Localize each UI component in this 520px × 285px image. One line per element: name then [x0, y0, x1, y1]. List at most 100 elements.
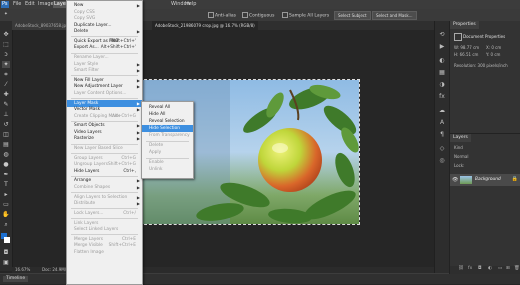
contiguous-checkbox[interactable]: Contiguous — [242, 12, 274, 19]
hand-tool-icon[interactable]: ✋ — [2, 211, 10, 218]
adjustment-icon[interactable]: ◐ — [488, 266, 492, 271]
mask-menu-item-unlink[interactable]: Unlink — [142, 166, 193, 173]
history-brush-icon[interactable]: ↺ — [2, 121, 10, 128]
eyedropper-tool-icon[interactable]: ⁄ — [2, 81, 10, 88]
layer-menu-item-hide-layers[interactable]: Hide Layers Ctrl+, — [67, 168, 142, 175]
select-and-mask-button[interactable]: Select and Mask... — [372, 11, 417, 20]
lasso-tool-icon[interactable]: ↄ — [2, 51, 10, 58]
blur-tool-icon[interactable]: ◍ — [2, 151, 10, 158]
properties-tab[interactable]: Properties — [450, 21, 479, 29]
crop-tool-icon[interactable]: ⌗ — [2, 71, 10, 78]
contiguous-label: Contiguous — [249, 13, 275, 19]
color-panel-icon[interactable]: ◐ — [438, 57, 446, 65]
layer-menu-item-export-as[interactable]: Export As... Alt+Shift+Ctrl+' — [67, 44, 142, 51]
eye-icon[interactable]: 👁 — [452, 177, 458, 183]
mask-menu-item-enable[interactable]: Enable — [142, 159, 193, 166]
link-icon[interactable]: ⛓ — [458, 266, 464, 271]
adjustments-panel-icon[interactable]: ◑ — [438, 81, 446, 89]
trash-icon[interactable]: 🗑 — [514, 266, 520, 271]
layer-menu-item-distribute[interactable]: Distribute ▶ — [67, 200, 142, 207]
layer-menu-item-label: Rasterize — [74, 136, 94, 142]
lock-icon: 🔒 — [511, 176, 518, 182]
libraries-panel-icon[interactable]: ☁ — [438, 107, 446, 115]
mask-menu-item-from-transparency[interactable]: From Transparency — [142, 132, 193, 139]
layer-row[interactable]: 👁 Background 🔒 — [450, 174, 520, 186]
mask-menu-item-reveal-all[interactable]: Reveal All — [142, 104, 193, 111]
layer-menu-item-label: Flatten Image — [74, 249, 104, 255]
select-subject-button[interactable]: Select Subject — [334, 11, 371, 20]
layer-menu-item-lock-layers[interactable]: Lock Layers... Ctrl+/ — [67, 210, 142, 217]
eraser-tool-icon[interactable]: ◫ — [2, 131, 10, 138]
healing-tool-icon[interactable]: ✚ — [2, 91, 10, 98]
properties-panel: Properties Document Properties W: 98.77 … — [449, 21, 520, 133]
layer-menu-item-combine-shapes[interactable]: Combine Shapes ▶ — [67, 184, 142, 191]
shape-tool-icon[interactable]: ▭ — [2, 201, 10, 208]
type-tool-icon[interactable]: T — [2, 181, 10, 188]
path-select-icon[interactable]: ▸ — [2, 191, 10, 198]
pen-tool-icon[interactable]: ✒ — [2, 171, 10, 178]
mask-menu-item-label: Delete — [149, 143, 164, 148]
styles-panel-icon[interactable]: fx — [438, 93, 446, 101]
history-panel-icon[interactable]: ⟲ — [438, 31, 446, 39]
layer-menu-item-layer-content-options[interactable]: Layer Content Options... — [67, 90, 142, 97]
prop-height[interactable]: H: 66.51 cm — [454, 52, 478, 57]
panel-icon-strip: ⟲ ▶ ◐ ▦ ◑ fx ☁ A ¶ ◇ ◎ — [434, 21, 449, 273]
stamp-tool-icon[interactable]: ⊥ — [2, 111, 10, 118]
zoom-tool-icon[interactable]: ⌕ — [2, 221, 10, 228]
paths-panel-icon[interactable]: ◇ — [438, 145, 446, 153]
character-panel-icon[interactable]: A — [438, 119, 446, 127]
tab-doc-1[interactable]: AdobeStock_89037658.jpg — [12, 21, 72, 30]
sample-all-checkbox[interactable]: Sample All Layers — [282, 12, 329, 19]
gradient-tool-icon[interactable]: ▤ — [2, 141, 10, 148]
submenu-arrow-icon: ▶ — [136, 29, 140, 35]
brush-tool-icon[interactable]: ✎ — [2, 101, 10, 108]
zoom-level[interactable]: 16.67% — [15, 267, 30, 272]
layer-menu: New ▶ Copy CSS Copy SVG Duplicate Layer... De… — [66, 0, 143, 285]
mask-menu-item-apply[interactable]: Apply — [142, 149, 193, 156]
prop-y[interactable]: Y: 0 cm — [486, 52, 500, 57]
kind-filter[interactable]: Kind — [454, 145, 463, 150]
fx-icon[interactable]: fx — [468, 266, 472, 271]
menu-help[interactable]: Help — [184, 1, 197, 8]
actions-panel-icon[interactable]: ▶ — [438, 43, 446, 51]
prop-width[interactable]: W: 98.77 cm — [454, 45, 479, 50]
layer-menu-item-smart-filter[interactable]: Smart Filter ▶ — [67, 67, 142, 74]
layers-tab[interactable]: Layers — [450, 134, 471, 142]
magic-wand-tool-icon[interactable]: ✦ — [2, 61, 10, 68]
menu-edit[interactable]: Edit — [24, 1, 36, 8]
layer-menu-item-delete[interactable]: Delete ▶ — [67, 28, 142, 35]
mask-menu-item-reveal-selection[interactable]: Reveal Selection — [142, 118, 193, 125]
background-color-swatch[interactable] — [4, 237, 10, 243]
layer-menu-item-new-layer-based-slice[interactable]: New Layer Based Slice — [67, 145, 142, 152]
marquee-tool-icon[interactable]: ⬚ — [2, 41, 10, 48]
mask-icon[interactable]: ◘ — [478, 266, 482, 271]
layer-menu-item-create-clipping-mask[interactable]: Create Clipping Mask Alt+Ctrl+G — [67, 113, 142, 120]
layer-menu-item-rasterize[interactable]: Rasterize ▶ — [67, 135, 142, 142]
quick-mask-icon[interactable]: ◘ — [2, 249, 10, 256]
mask-menu-item-hide-selection[interactable]: Hide Selection — [142, 125, 193, 132]
swatches-panel-icon[interactable]: ▦ — [438, 69, 446, 77]
layer-menu-item-label: Hide Layers — [74, 168, 100, 174]
layer-menu-item-flatten-image[interactable]: Flatten Image — [67, 249, 142, 256]
prop-x[interactable]: X: 0 cm — [486, 45, 501, 50]
photoshop-logo-icon: Ps — [1, 1, 9, 8]
magic-wand-icon[interactable]: ✦ — [4, 12, 8, 17]
layer-menu-item-select-linked-layers[interactable]: Select Linked Layers — [67, 226, 142, 233]
screen-mode-icon[interactable]: ▣ — [2, 259, 10, 266]
menu-file[interactable]: File — [12, 1, 22, 8]
dodge-tool-icon[interactable]: ● — [2, 161, 10, 168]
paragraph-panel-icon[interactable]: ¶ — [438, 131, 446, 139]
sample-all-label: Sample All Layers — [289, 13, 330, 19]
layer-menu-item-shortcut: Ctrl+, — [123, 168, 136, 174]
channels-panel-icon[interactable]: ◎ — [438, 157, 446, 165]
mask-menu-item-hide-all[interactable]: Hide All — [142, 111, 193, 118]
timeline-tab[interactable]: Timeline — [3, 276, 29, 282]
mask-menu-item-delete[interactable]: Delete — [142, 142, 193, 149]
layer-name[interactable]: Background — [475, 177, 501, 182]
antialias-checkbox[interactable]: Anti-alias — [208, 12, 236, 19]
move-tool-icon[interactable]: ✥ — [2, 31, 10, 38]
new-layer-icon[interactable]: ⊞ — [506, 266, 510, 271]
tab-doc-2[interactable]: AdobeStock_21986079 crop.jpg @ 16.7% (RG… — [152, 21, 258, 30]
blend-mode-select[interactable]: Normal — [454, 154, 468, 159]
folder-icon[interactable]: ▭ — [498, 266, 502, 271]
